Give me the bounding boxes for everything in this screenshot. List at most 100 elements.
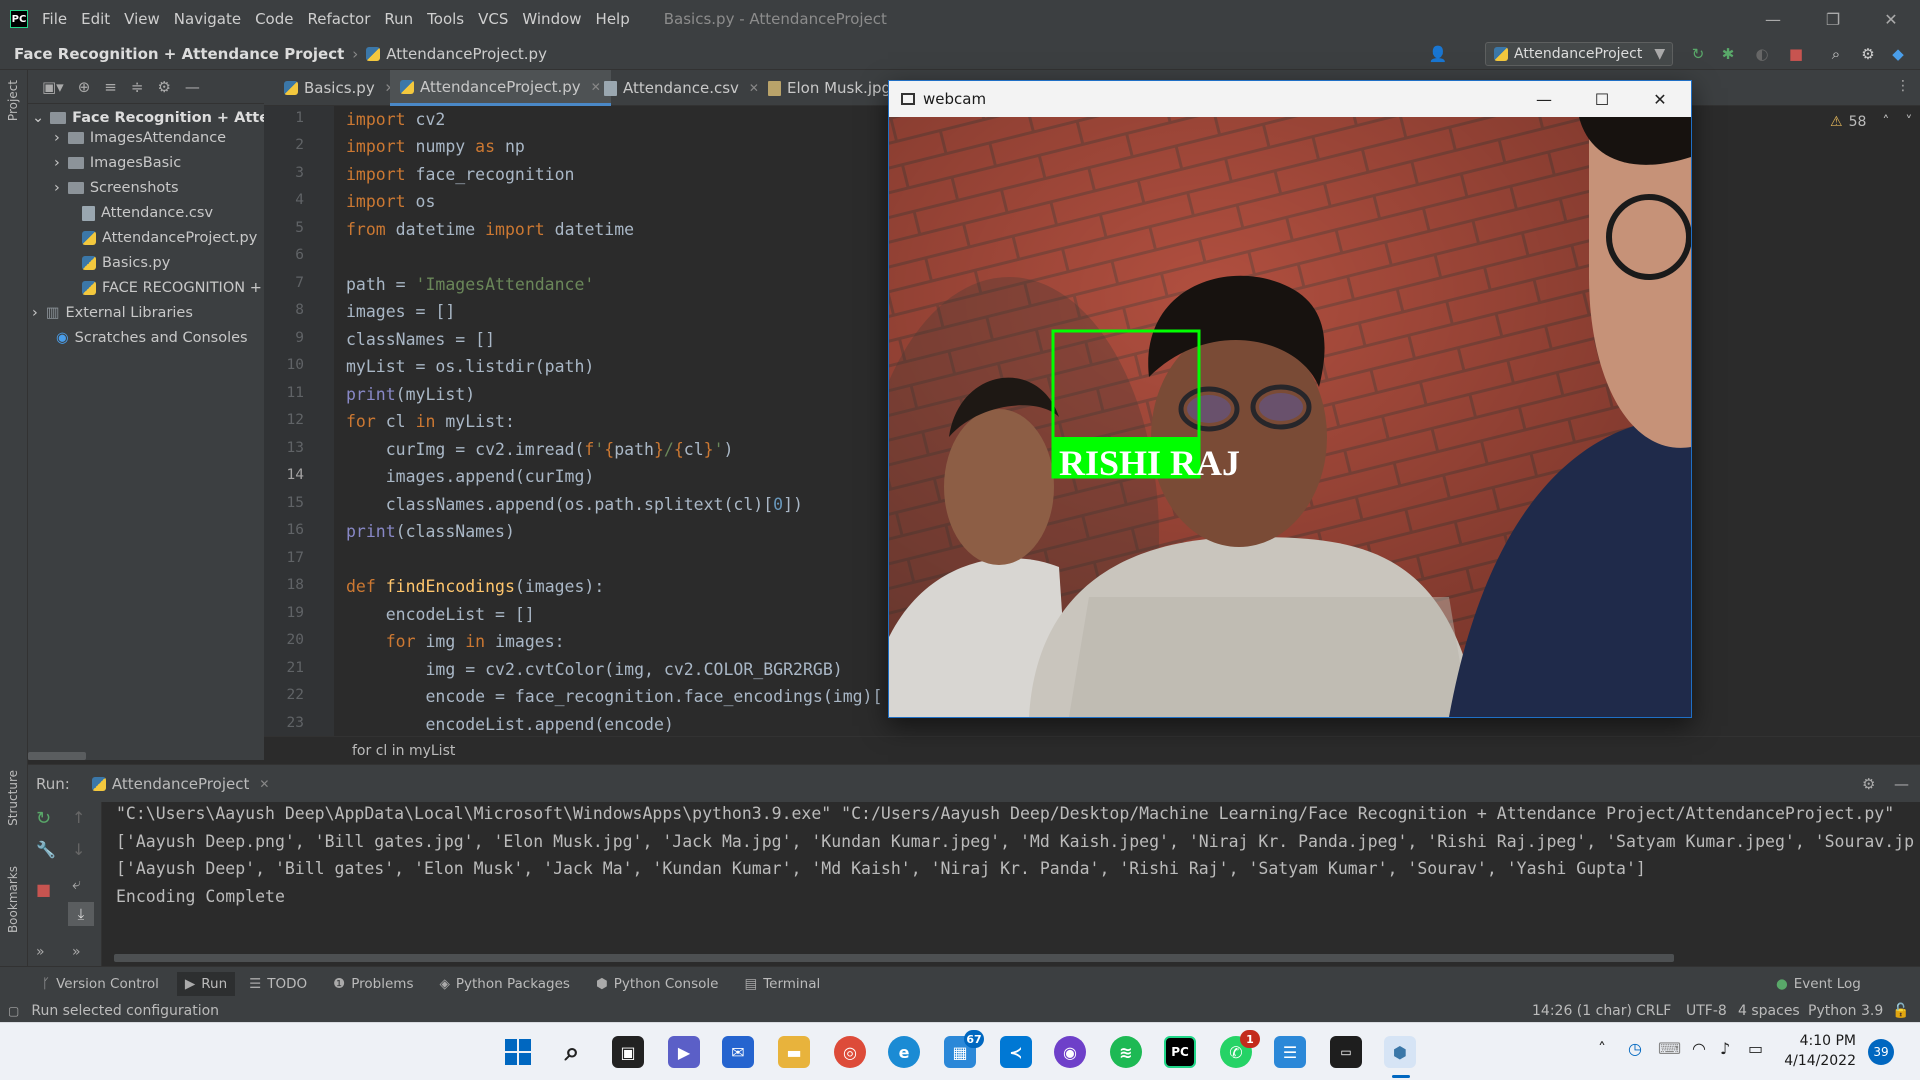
menu-file[interactable]: File [42,10,67,28]
minimize-button[interactable]: — [1515,81,1573,117]
menu-run[interactable]: Run [384,10,413,28]
restore-button[interactable]: ❐ [1804,0,1862,38]
chevron-down-icon[interactable]: ˅ [1905,114,1912,130]
inspection-widget[interactable]: ⚠ 58 ˄ ˅ [1830,114,1912,130]
menu-window[interactable]: Window [522,10,581,28]
lock-icon[interactable]: 🔓 [1892,1003,1909,1019]
chevron-up-icon[interactable]: ˄ [1882,114,1889,130]
store-icon[interactable]: ▦ 67 [944,1030,984,1068]
minimize-button[interactable]: — [1744,0,1802,38]
more-icon[interactable]: » [72,944,81,960]
hide-icon[interactable]: — [185,78,200,96]
menu-code[interactable]: Code [255,10,293,28]
gear-icon[interactable]: ⚙ [157,78,170,96]
scroll-to-end-icon[interactable]: ⤓ [68,902,94,926]
vscode-icon[interactable]: ≺ [1000,1036,1032,1068]
notepad-icon[interactable]: ☰ [1274,1036,1306,1068]
stop-icon[interactable]: ■ [1786,44,1806,64]
notification-center-badge[interactable]: 39 [1868,1039,1894,1065]
search-icon[interactable]: ⌕ [556,1036,588,1068]
toolbox-icon[interactable]: ◆ [1888,44,1908,64]
run-config-select[interactable]: AttendanceProject ▼ [1485,42,1673,66]
mail-icon[interactable]: ✉ [722,1036,754,1068]
debug-icon[interactable]: ✱ [1718,44,1738,64]
close-button[interactable]: ✕ [1631,81,1689,117]
tool-python-packages[interactable]: ◈ Python Packages [439,976,569,992]
tree-item-images-attendance[interactable]: › ImagesAttendance [54,126,226,150]
arrow-down-icon[interactable]: ↓ [72,840,85,859]
battery-icon[interactable]: ▭ [1748,1039,1763,1058]
wrench-icon[interactable]: 🔧 [36,840,56,859]
user-icon[interactable]: 👤 [1428,44,1448,64]
line-separator[interactable]: CRLF [1636,1003,1671,1019]
hide-icon[interactable]: — [1894,775,1909,793]
webcam-titlebar[interactable]: webcam — ☐ ✕ [889,81,1691,117]
wifi-icon[interactable]: ◠ [1692,1039,1706,1058]
tab-attendance-project[interactable]: AttendanceProject.py ✕ [390,70,611,106]
edge-icon[interactable]: e [888,1036,920,1068]
chrome-icon[interactable]: ◎ [834,1036,866,1068]
more-icon[interactable]: ⋮ [1896,78,1910,94]
tree-item-images-basic[interactable]: › ImagesBasic [54,151,181,175]
tool-terminal[interactable]: ▤ Terminal [744,976,820,992]
interpreter-setting[interactable]: Python 3.9 [1808,1003,1883,1019]
tree-item-screenshots[interactable]: › Screenshots [54,176,179,200]
tool-python-console[interactable]: ⬢ Python Console [596,976,718,992]
menu-tools[interactable]: Tools [427,10,464,28]
menu-view[interactable]: View [124,10,160,28]
tree-item-attendance-project[interactable]: AttendanceProject.py [82,226,257,250]
tool-version-control[interactable]: ᚴ Version Control [42,976,159,992]
webcam-window[interactable]: webcam — ☐ ✕ RISHI RAJ [888,80,1692,718]
horizontal-scrollbar[interactable] [28,752,86,760]
close-button[interactable]: ✕ [1862,0,1920,38]
panel-toggle-icon[interactable]: ▢ [8,1004,19,1018]
tool-problems[interactable]: ❶ Problems [333,976,413,992]
arrow-up-icon[interactable]: ↑ [72,808,85,827]
tool-run[interactable]: ▶ Run [176,971,236,996]
search-icon[interactable]: ⌕ [1826,44,1846,64]
clock-app-icon[interactable]: ◷ [1628,1039,1642,1058]
rerun-icon[interactable]: ↻ [1688,44,1708,64]
github-desktop-icon[interactable]: ◉ [1054,1036,1086,1068]
spotify-icon[interactable]: ≋ [1110,1036,1142,1068]
menu-edit[interactable]: Edit [81,10,110,28]
breadcrumb-project[interactable]: Face Recognition + Attendance Project [14,45,344,63]
horizontal-scrollbar[interactable] [114,954,1674,962]
coverage-icon[interactable]: ◐ [1752,44,1772,64]
soft-wrap-icon[interactable]: ⤶ [72,874,81,894]
keyboard-icon[interactable]: ⌨ [1658,1039,1681,1058]
tree-item-basics[interactable]: Basics.py [82,251,170,275]
tool-todo[interactable]: ☰ TODO [249,976,307,992]
breadcrumb-scope[interactable]: for cl in myList [352,743,455,759]
stop-icon[interactable]: ■ [36,880,51,899]
teams-chat-icon[interactable]: ▶ [668,1036,700,1068]
close-icon[interactable]: ✕ [259,777,269,791]
gear-icon[interactable]: ⚙ [1862,775,1875,793]
run-tab[interactable]: AttendanceProject ✕ [91,775,269,793]
structure-tool-tab[interactable]: Structure [6,770,20,826]
maximize-button[interactable]: ☐ [1573,81,1631,117]
volume-icon[interactable]: ♪ [1720,1039,1730,1058]
project-view-icon[interactable]: ▣▾ [42,78,64,96]
tab-elon-musk[interactable]: Elon Musk.jpg [758,70,901,106]
indent-setting[interactable]: 4 spaces [1738,1003,1800,1019]
tree-item-external-libraries[interactable]: › ▥ External Libraries [32,301,193,325]
collapse-all-icon[interactable]: ≑ [131,78,144,96]
tab-attendance-csv[interactable]: Attendance.csv ✕ [594,70,769,106]
file-encoding[interactable]: UTF-8 [1686,1003,1727,1019]
menu-vcs[interactable]: VCS [478,10,508,28]
tool-event-log[interactable]: ● Event Log [1776,976,1861,992]
menu-refactor[interactable]: Refactor [307,10,370,28]
pycharm-taskbar-icon[interactable]: PC [1164,1036,1196,1068]
clock[interactable]: 4:10 PM 4/14/2022 [1782,1031,1856,1071]
menu-help[interactable]: Help [596,10,630,28]
windows-start-icon[interactable] [502,1036,534,1068]
menu-navigate[interactable]: Navigate [174,10,241,28]
gear-icon[interactable]: ⚙ [1858,44,1878,64]
rerun-icon[interactable]: ↻ [36,808,51,829]
terminal-icon[interactable]: ▭ [1330,1036,1362,1068]
tab-basics[interactable]: Basics.py✕ [274,70,405,106]
tree-item-scratches[interactable]: ◉ Scratches and Consoles [56,326,248,350]
breadcrumb-file[interactable]: AttendanceProject.py [386,45,547,63]
run-console[interactable]: "C:\Users\Aayush Deep\AppData\Local\Micr… [102,802,1920,966]
